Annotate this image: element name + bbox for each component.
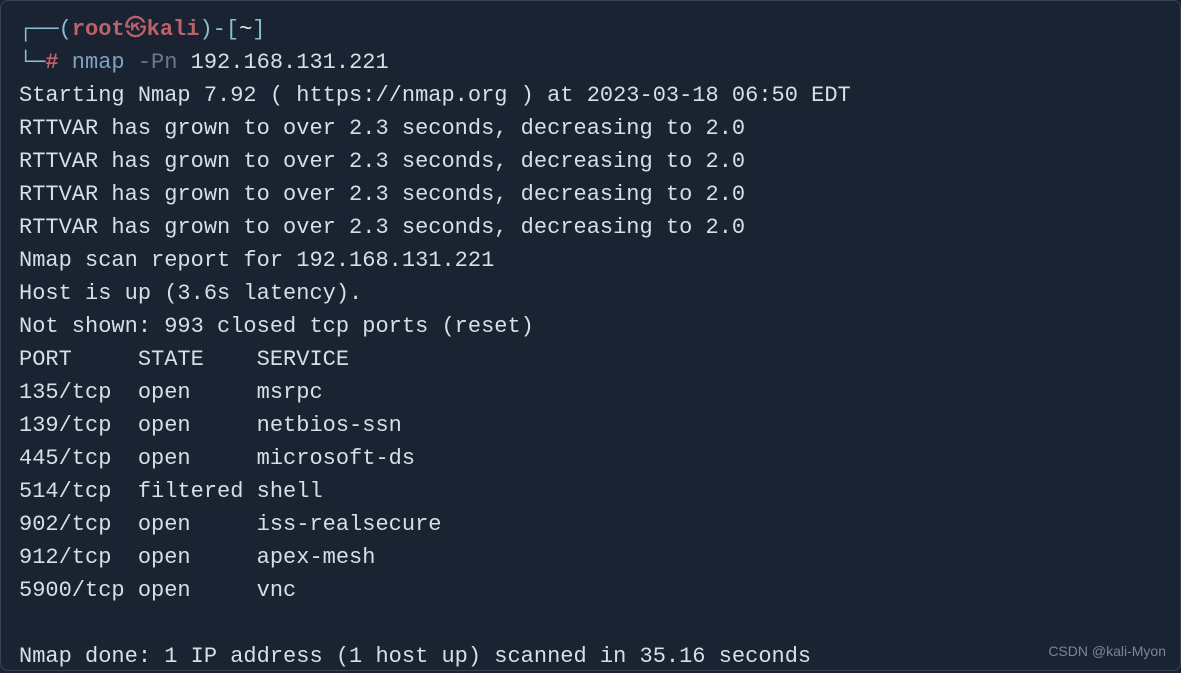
table-row: 514/tcp filtered shell — [19, 475, 1162, 508]
prompt-paren-close: ) — [199, 17, 212, 42]
output-rttvar: RTTVAR has grown to over 2.3 seconds, de… — [19, 112, 1162, 145]
output-rttvar: RTTVAR has grown to over 2.3 seconds, de… — [19, 145, 1162, 178]
output-host-up: Host is up (3.6s latency). — [19, 277, 1162, 310]
table-row: 912/tcp open apex-mesh — [19, 541, 1162, 574]
prompt-corner: ┌── — [19, 17, 59, 42]
output-rttvar: RTTVAR has grown to over 2.3 seconds, de… — [19, 211, 1162, 244]
prompt-bracket-close: ] — [252, 17, 265, 42]
prompt-host: kali — [147, 17, 200, 42]
prompt-corner2: └─ — [19, 50, 45, 75]
prompt-bracket-open: [ — [226, 17, 239, 42]
table-row: 5900/tcp open vnc — [19, 574, 1162, 607]
shell-prompt-line2[interactable]: └─# nmap -Pn 192.168.131.221 — [19, 46, 1162, 79]
output-starting: Starting Nmap 7.92 ( https://nmap.org ) … — [19, 79, 1162, 112]
command-name: nmap — [59, 50, 125, 75]
output-done: Nmap done: 1 IP address (1 host up) scan… — [19, 640, 1162, 673]
watermark: CSDN @kali-Myon — [1048, 641, 1166, 662]
output-rttvar: RTTVAR has grown to over 2.3 seconds, de… — [19, 178, 1162, 211]
table-row: 445/tcp open microsoft-ds — [19, 442, 1162, 475]
table-row: 902/tcp open iss-realsecure — [19, 508, 1162, 541]
prompt-dash: - — [213, 17, 226, 42]
table-row: 135/tcp open msrpc — [19, 376, 1162, 409]
prompt-cwd: ~ — [239, 17, 252, 42]
output-blank — [19, 607, 1162, 640]
prompt-paren-open: ( — [59, 17, 72, 42]
command-arg: 192.168.131.221 — [177, 50, 388, 75]
prompt-user: root — [72, 17, 125, 42]
port-table-header: PORT STATE SERVICE — [19, 343, 1162, 376]
command-flag: -Pn — [125, 50, 178, 75]
output-scan-report: Nmap scan report for 192.168.131.221 — [19, 244, 1162, 277]
prompt-hash: # — [45, 50, 58, 75]
skull-icon: ㉿ — [125, 17, 147, 42]
shell-prompt-line1: ┌──(root㉿kali)-[~] — [19, 13, 1162, 46]
table-row: 139/tcp open netbios-ssn — [19, 409, 1162, 442]
output-not-shown: Not shown: 993 closed tcp ports (reset) — [19, 310, 1162, 343]
